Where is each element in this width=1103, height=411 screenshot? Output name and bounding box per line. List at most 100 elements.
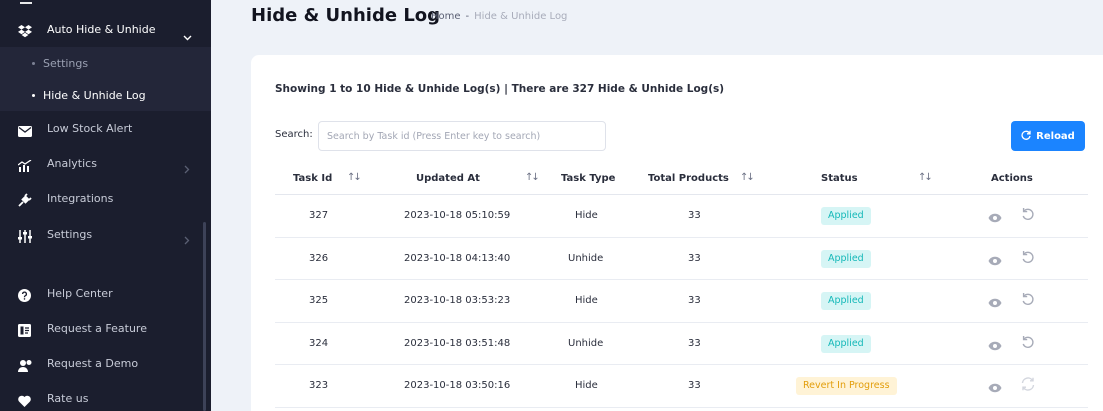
log-table: Task Id ↑↓ Updated At ↑↓ Task Type Total… — [275, 166, 1088, 408]
table-row: 325 2023-10-18 03:53:23 Hide 33 Applied — [275, 280, 1088, 323]
sidebar-subitem-hide-unhide-log[interactable]: Hide & Unhide Log — [0, 79, 211, 111]
column-header-status[interactable]: Status — [821, 173, 858, 184]
eye-icon[interactable] — [988, 378, 1002, 397]
sidebar-item-label: Low Stock Alert — [47, 122, 133, 135]
page-title: Hide & Unhide Log — [251, 5, 441, 26]
chevron-right-icon — [184, 159, 190, 178]
search-input[interactable] — [318, 121, 606, 151]
envelope-icon — [18, 122, 32, 141]
sort-icon[interactable]: ↑↓ — [347, 172, 362, 183]
cell-total-products: 33 — [688, 210, 701, 221]
table-row: 326 2023-10-18 04:13:40 Unhide 33 Applie… — [275, 238, 1088, 281]
sort-icon[interactable]: ↑↓ — [525, 172, 540, 183]
sidebar-subitem-label: Hide & Unhide Log — [43, 89, 146, 102]
table-row: 324 2023-10-18 03:51:48 Unhide 33 Applie… — [275, 323, 1088, 366]
undo-icon[interactable] — [1021, 249, 1035, 268]
chevron-down-icon — [183, 26, 192, 45]
plug-icon — [18, 192, 32, 211]
sort-icon[interactable]: ↑↓ — [740, 172, 755, 183]
results-summary: Showing 1 to 10 Hide & Unhide Log(s) | T… — [275, 83, 725, 95]
column-header-total-products[interactable]: Total Products — [648, 173, 729, 184]
eye-icon[interactable] — [988, 293, 1002, 312]
search-label: Search: — [275, 129, 313, 140]
question-icon — [18, 287, 31, 306]
cell-task-id: 324 — [309, 337, 329, 349]
bullet-icon — [32, 94, 35, 97]
refresh-icon — [1021, 130, 1031, 143]
cell-task-id: 325 — [309, 295, 329, 307]
column-header-task-type: Task Type — [561, 173, 616, 184]
cell-updated-at: 2023-10-18 05:10:59 — [404, 210, 511, 221]
table-row: 327 2023-10-18 05:10:59 Hide 33 Applied — [275, 195, 1088, 238]
cell-task-type: Hide — [575, 210, 598, 221]
cell-total-products: 33 — [688, 380, 701, 392]
status-badge: Revert In Progress — [796, 377, 897, 396]
cell-updated-at: 2023-10-18 03:50:16 — [404, 380, 511, 392]
breadcrumb-current: Hide & Unhide Log — [474, 11, 568, 22]
heart-icon — [18, 392, 31, 411]
cell-total-products: 33 — [688, 337, 701, 349]
sidebar-item-request-feature[interactable]: Request a Feature — [0, 312, 211, 346]
status-badge: Applied — [821, 334, 871, 353]
sidebar-item-label: Analytics — [47, 157, 97, 170]
cell-updated-at: 2023-10-18 03:51:48 — [404, 337, 511, 349]
eye-icon[interactable] — [988, 251, 1002, 270]
demo-user-icon — [18, 357, 32, 376]
cell-total-products: 33 — [688, 252, 701, 264]
eye-icon[interactable] — [988, 208, 1002, 227]
breadcrumb: Home - Hide & Unhide Log — [431, 11, 567, 22]
sidebar-item-help-center[interactable]: Help Center — [0, 277, 211, 311]
table-header: Task Id ↑↓ Updated At ↑↓ Task Type Total… — [275, 166, 1088, 195]
reload-button[interactable]: Reload — [1011, 121, 1085, 151]
dropbox-icon — [18, 23, 32, 42]
cell-task-type: Hide — [575, 380, 598, 392]
chart-icon — [17, 157, 32, 176]
feature-icon — [18, 322, 31, 341]
undo-icon[interactable] — [1021, 291, 1035, 310]
sort-icon[interactable]: ↑↓ — [918, 172, 933, 183]
sidebar-item-label: Help Center — [47, 287, 113, 300]
sidebar-item-integrations[interactable]: Integrations — [0, 182, 211, 216]
sidebar-item-analytics[interactable]: Analytics — [0, 147, 211, 181]
bullet-icon — [32, 62, 35, 65]
status-badge: Applied — [821, 207, 871, 225]
cell-total-products: 33 — [688, 295, 701, 307]
breadcrumb-separator: - — [465, 11, 470, 22]
sidebar-item-auto-hide-unhide[interactable]: Auto Hide & Unhide — [0, 12, 211, 48]
sidebar-item-settings[interactable]: Settings — [0, 218, 211, 252]
cell-task-id: 326 — [309, 252, 329, 264]
sliders-icon — [18, 228, 32, 247]
cell-updated-at: 2023-10-18 04:13:40 — [404, 252, 511, 264]
chevron-right-icon — [184, 230, 190, 249]
undo-icon[interactable] — [1021, 334, 1035, 353]
sidebar-item-label: Settings — [47, 228, 93, 241]
sidebar: Auto Hide & Unhide Settings Hide & Unhid… — [0, 0, 211, 411]
column-header-actions: Actions — [991, 173, 1033, 184]
sidebar-item-label: Request a Demo — [47, 357, 139, 370]
sidebar-subitem-label: Settings — [43, 57, 89, 70]
sidebar-item-label: Request a Feature — [47, 322, 147, 335]
cell-task-type: Unhide — [568, 337, 604, 349]
reload-button-label: Reload — [1036, 130, 1075, 142]
sidebar-subitem-settings[interactable]: Settings — [0, 47, 211, 79]
sidebar-item-low-stock-alert[interactable]: Low Stock Alert — [0, 112, 211, 146]
sync-icon — [1020, 376, 1036, 395]
sidebar-item-label: Integrations — [47, 192, 114, 205]
cell-updated-at: 2023-10-18 03:53:23 — [404, 295, 511, 307]
status-badge: Applied — [821, 292, 871, 311]
sidebar-item-label: Rate us — [47, 392, 89, 405]
cell-task-id: 327 — [309, 210, 329, 221]
breadcrumb-home-link[interactable]: Home — [431, 11, 461, 22]
sidebar-top-partial-item[interactable] — [0, 0, 211, 10]
undo-icon[interactable] — [1021, 206, 1035, 225]
table-row: 323 2023-10-18 03:50:16 Hide 33 Revert I… — [275, 365, 1088, 408]
column-header-updated-at[interactable]: Updated At — [416, 173, 480, 184]
eye-icon[interactable] — [988, 336, 1002, 355]
sidebar-scrollbar[interactable] — [203, 222, 206, 411]
cell-task-id: 323 — [309, 380, 329, 392]
cell-task-type: Hide — [575, 295, 598, 307]
sidebar-item-request-demo[interactable]: Request a Demo — [0, 347, 211, 381]
column-header-task-id[interactable]: Task Id — [293, 173, 332, 184]
status-badge: Applied — [821, 249, 871, 268]
sidebar-item-rate-us[interactable]: Rate us — [0, 382, 211, 411]
